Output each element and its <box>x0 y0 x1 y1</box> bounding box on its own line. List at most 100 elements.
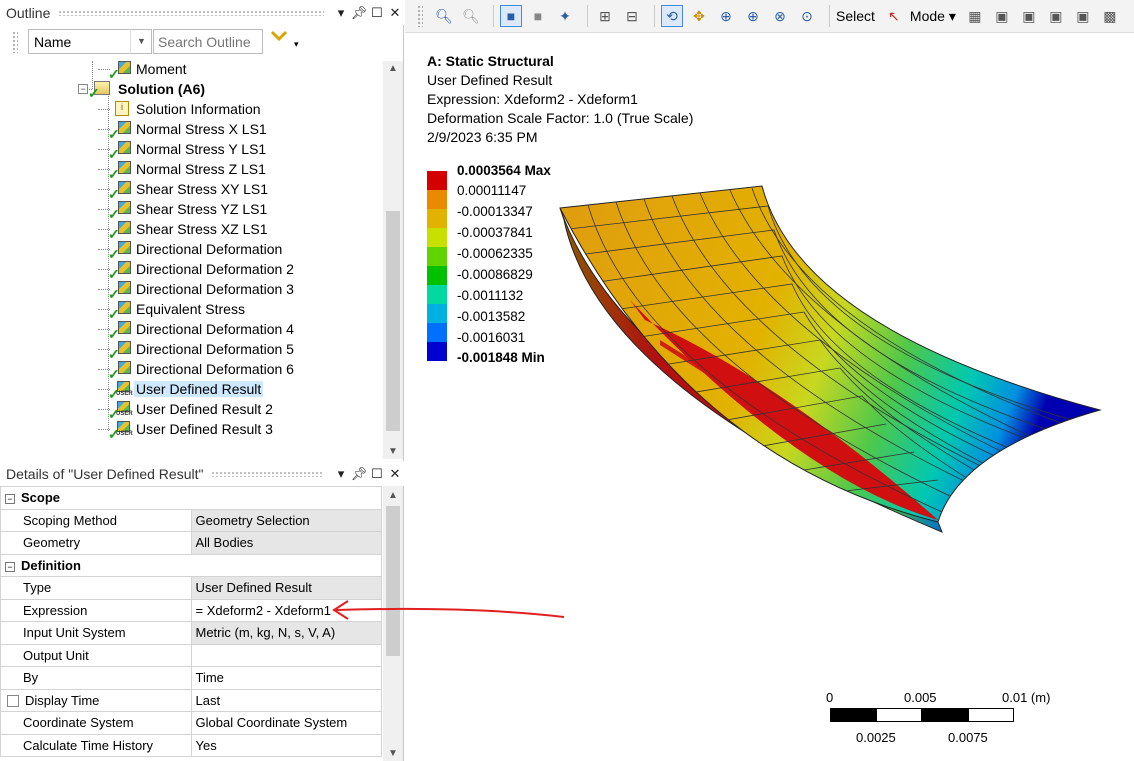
filter-dropdown-icon[interactable]: ▾ <box>294 39 299 50</box>
scale-factor-text: Deformation Scale Factor: 1.0 (True Scal… <box>427 110 694 126</box>
legend-swatch <box>427 171 447 190</box>
pan-icon[interactable]: ✥ <box>688 5 710 27</box>
tree-item[interactable]: ✓ Normal Stress Y LS1 <box>108 139 268 162</box>
tree-item[interactable]: ✓ Directional Deformation 6 <box>108 359 296 382</box>
property-value[interactable]: Last <box>190 688 382 712</box>
tree-item[interactable]: ✓ Directional Deformation 2 <box>108 259 296 282</box>
chevron-down-icon[interactable]: ▼ <box>130 29 152 54</box>
property-row[interactable]: By Time <box>0 666 382 690</box>
property-value[interactable]: All Bodies <box>190 531 382 555</box>
scroll-thumb[interactable] <box>386 506 400 656</box>
tree-item-label: Equivalent Stress <box>136 301 245 317</box>
property-row[interactable]: Calculate Time History Yes <box>0 733 382 757</box>
tree-item[interactable]: USER ✓ User Defined Result <box>108 379 264 402</box>
close-icon[interactable]: ✕ <box>386 5 404 21</box>
result-icon: ✓ <box>108 221 131 242</box>
tree-item-label: Moment <box>136 61 187 77</box>
zoom-out-icon[interactable]: 🔍︎ <box>460 5 482 27</box>
result-icon: ✓ <box>108 341 131 362</box>
tree-item[interactable]: ✓ Directional Deformation 3 <box>108 279 296 302</box>
tree-item[interactable]: ✓ Normal Stress Z LS1 <box>108 159 268 182</box>
tree-item[interactable]: ✓ Moment <box>108 61 189 82</box>
filter-icon[interactable] <box>270 29 288 48</box>
shaded-icon[interactable]: ■ <box>527 5 549 27</box>
collapse-icon[interactable]: − <box>5 494 15 505</box>
zoom-icon[interactable]: ⊕ <box>715 5 737 27</box>
box-zoom-icon[interactable]: ⊕ <box>742 5 764 27</box>
dropdown-icon[interactable]: ▾ <box>332 5 350 21</box>
property-value[interactable]: Time <box>190 666 382 690</box>
scroll-up-icon[interactable]: ▲ <box>383 63 403 74</box>
scale-label-quarter: 0.0025 <box>856 730 896 745</box>
zoom-fit-icon[interactable]: ⊗ <box>769 5 791 27</box>
property-key: Display Time <box>25 692 100 708</box>
maximize-icon[interactable]: ☐ <box>368 5 386 21</box>
legend-label: 0.00011147 <box>457 183 527 198</box>
display-time-checkbox[interactable] <box>7 694 19 707</box>
scroll-down-icon[interactable]: ▼ <box>383 748 403 759</box>
scale-segment <box>968 708 1014 722</box>
search-outline-input[interactable] <box>153 29 263 54</box>
result-icon: ✓ <box>108 241 131 262</box>
property-value[interactable] <box>190 643 382 667</box>
tree-item[interactable]: ✓ Normal Stress X LS1 <box>108 119 269 142</box>
property-row[interactable]: Scoping Method Geometry Selection <box>0 508 382 532</box>
close-icon[interactable]: ✕ <box>386 466 404 482</box>
select-face-icon[interactable]: ▣ <box>991 5 1013 27</box>
vertex-icon[interactable]: ⊞ <box>594 5 616 27</box>
cursor-icon[interactable]: ↖ <box>883 5 905 27</box>
collapse-icon[interactable]: − <box>5 561 15 572</box>
edge-icon[interactable]: ⊟ <box>621 5 643 27</box>
zoom-in-icon[interactable]: 🔍︎ <box>433 5 455 27</box>
property-row[interactable]: Display Time Last <box>0 688 382 712</box>
select-label[interactable]: Select <box>836 8 875 24</box>
pin-icon[interactable]: 📌︎ <box>350 466 368 482</box>
mode-dropdown[interactable]: Mode ▾ <box>910 8 956 25</box>
property-row[interactable]: Geometry All Bodies <box>0 531 382 555</box>
property-row[interactable]: Coordinate System Global Coordinate Syste… <box>0 711 382 735</box>
tree-item[interactable]: ✓ Shear Stress XZ LS1 <box>108 219 270 242</box>
section-header[interactable]: − Definition <box>0 553 382 577</box>
legend-swatch <box>427 342 447 361</box>
collapse-icon[interactable]: − <box>78 84 88 94</box>
maximize-icon[interactable]: ☐ <box>368 466 386 482</box>
tree-item[interactable]: − ✓ Solution (A6) <box>78 79 207 101</box>
tree-item[interactable]: ✓ Directional Deformation <box>108 239 284 262</box>
tree-item[interactable]: ✓ Shear Stress YZ LS1 <box>108 199 269 222</box>
dropdown-icon[interactable]: ▾ <box>332 466 350 482</box>
property-value[interactable]: Global Coordinate System <box>190 711 382 735</box>
deformed-model-view[interactable] <box>540 180 1134 540</box>
outline-title: Outline <box>6 4 51 21</box>
scale-segment <box>876 708 922 722</box>
tree-item[interactable]: USER ✓ User Defined Result 3 <box>108 419 275 442</box>
property-row[interactable]: Output Unit <box>0 643 382 667</box>
outline-scrollbar[interactable]: ▲ ▼ <box>383 61 403 459</box>
tree-item[interactable]: USER ✓ User Defined Result 2 <box>108 399 275 422</box>
body-select-icon[interactable]: ■ <box>500 5 522 27</box>
rotate-icon[interactable]: ⟲ <box>661 5 683 27</box>
render-icon[interactable]: ✦ <box>554 5 576 27</box>
select-edge-icon[interactable]: ▣ <box>1018 5 1040 27</box>
result-icon: ✓ <box>108 281 131 302</box>
scroll-down-icon[interactable]: ▼ <box>383 446 403 457</box>
section-header[interactable]: − Scope <box>0 486 382 510</box>
property-value[interactable]: Yes <box>190 733 382 757</box>
tree-item[interactable]: i Solution Information <box>112 99 263 119</box>
select-body-icon[interactable]: ▣ <box>1072 5 1094 27</box>
property-value[interactable]: Geometry Selection <box>190 508 382 532</box>
tree-item[interactable]: ✓ Directional Deformation 5 <box>108 339 296 362</box>
check-icon: ✓ <box>108 426 120 442</box>
legend-swatch <box>427 190 447 209</box>
select-vertex-icon[interactable]: ▣ <box>1045 5 1067 27</box>
tree-item[interactable]: ✓ Directional Deformation 4 <box>108 319 296 342</box>
select-grid-icon[interactable]: ▦ <box>964 5 986 27</box>
tree-item[interactable]: ✓ Shear Stress XY LS1 <box>108 179 270 202</box>
section-title: Definition <box>21 557 81 573</box>
select-all-icon[interactable]: ▩ <box>1099 5 1121 27</box>
scroll-up-icon[interactable]: ▲ <box>383 490 403 501</box>
scroll-thumb[interactable] <box>386 211 400 431</box>
property-key: Scoping Method <box>23 512 117 528</box>
tree-item[interactable]: ✓ Equivalent Stress <box>108 299 247 322</box>
magnifier-icon[interactable]: ⊙ <box>796 5 818 27</box>
pin-icon[interactable]: 📌︎ <box>350 5 368 21</box>
